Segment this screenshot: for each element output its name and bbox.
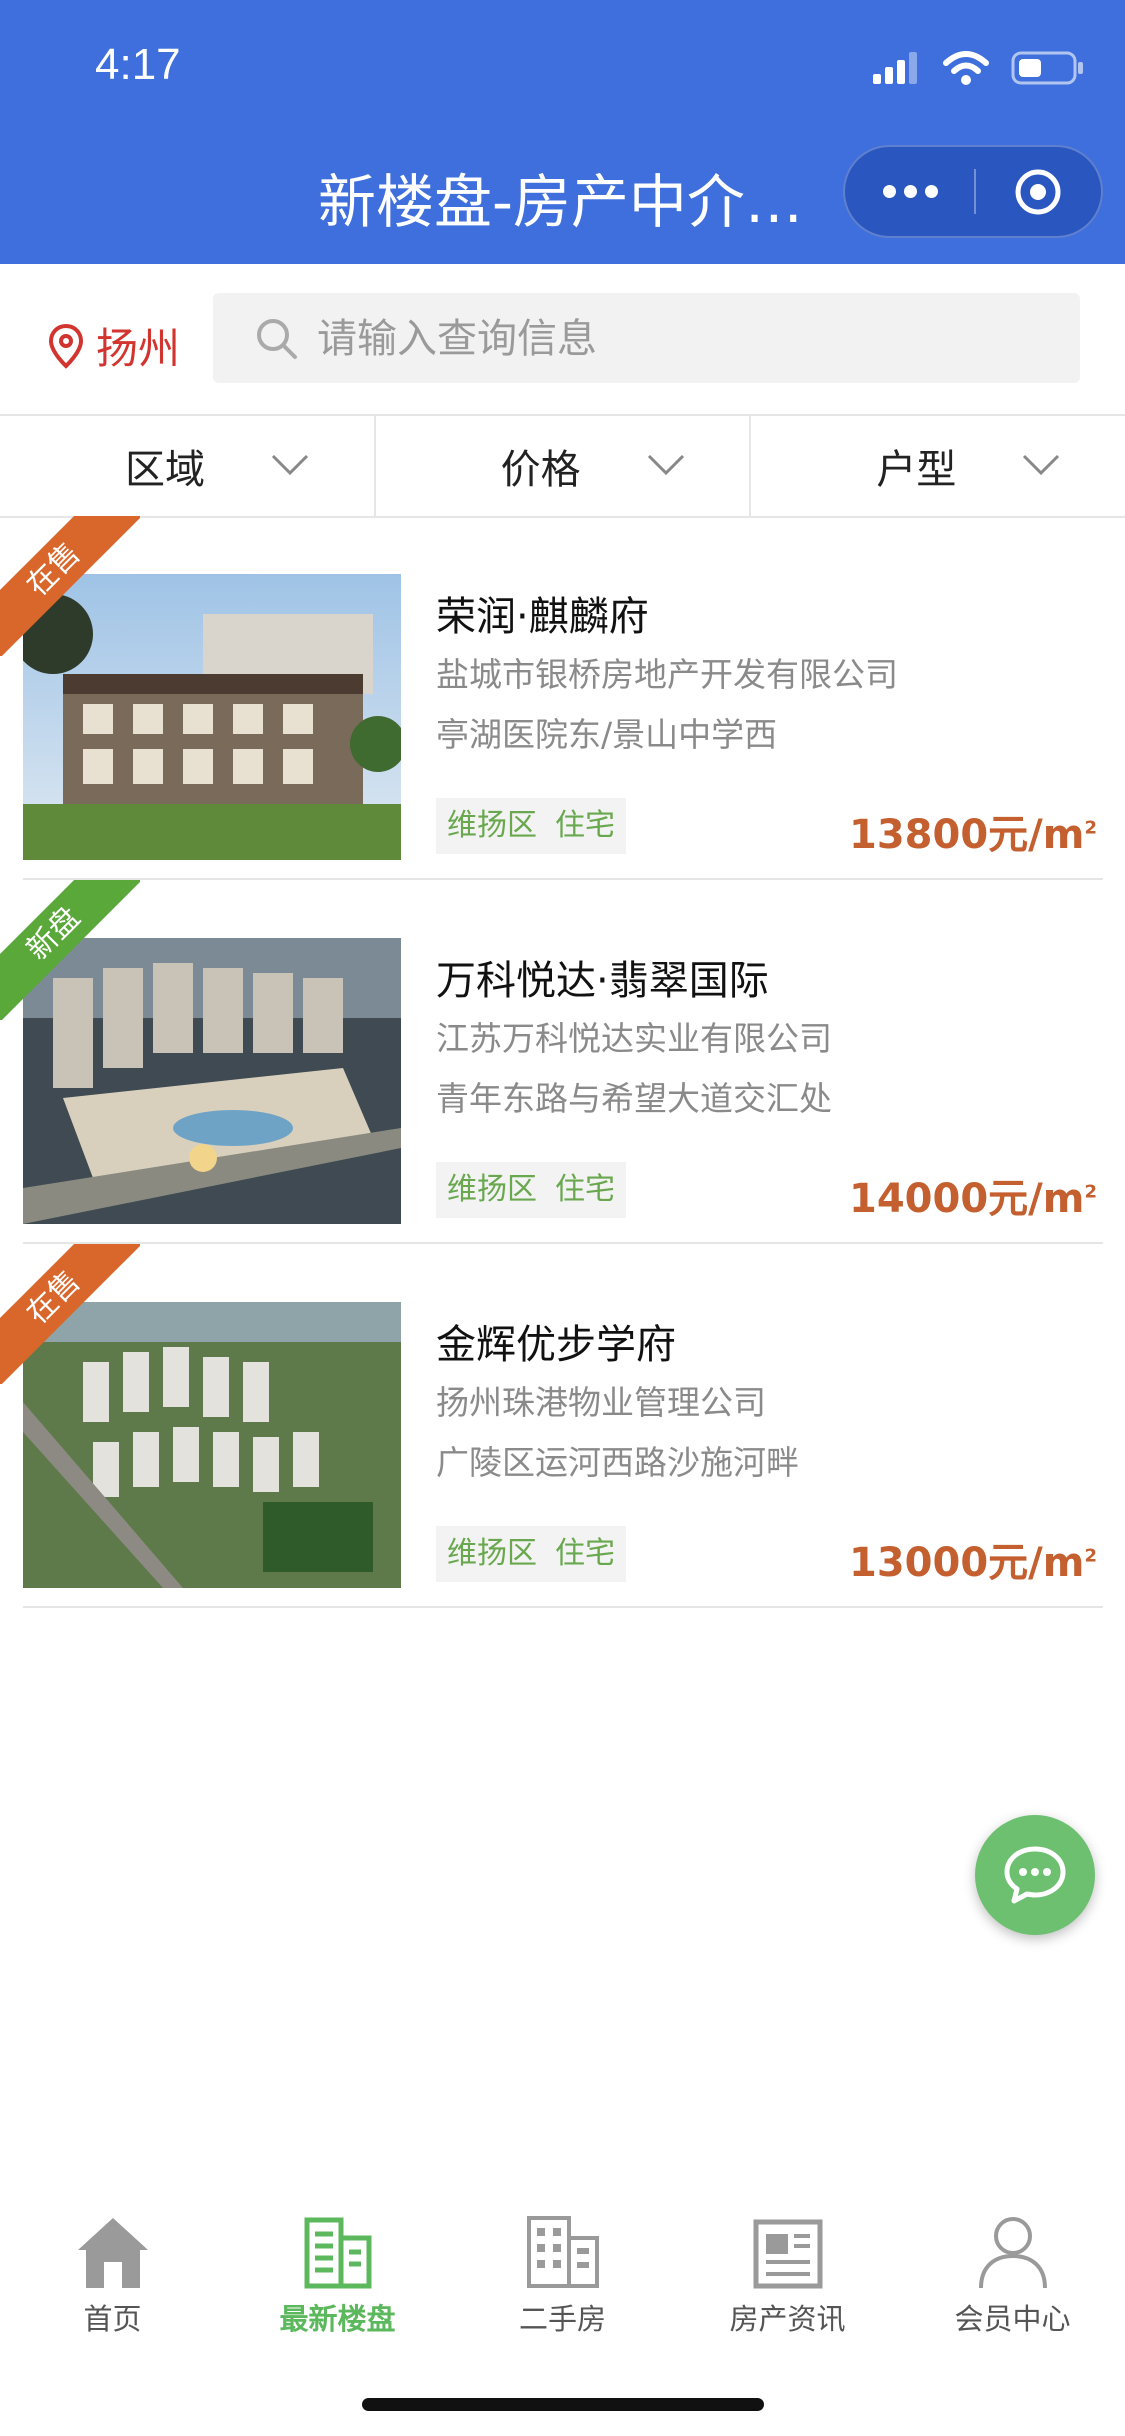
listing-item[interactable]: 在售 金辉优步学府 扬州珠港物业管理公司 广陵区运河西路沙施河畔 维扬区 住宅 … [0,1244,1125,1608]
tab-label: 首页 [83,2302,142,2336]
chat-button[interactable] [975,1815,1095,1935]
location-pin-icon [48,323,84,369]
user-icon [978,2217,1047,2289]
building-icon [304,2217,371,2289]
app-header: 4:17 新楼盘-房产中介… [0,0,1125,264]
chevron-down-icon [271,454,309,476]
filter-area[interactable]: 区域 [0,416,376,516]
chevron-down-icon [1023,454,1060,476]
listing-price: 13000元/m2 [849,1540,1097,1586]
listing-name: 万科悦达·翡翠国际 [436,958,769,1004]
district-tag: 维扬区 [436,798,548,854]
close-target-icon[interactable] [1013,167,1063,217]
tab-news[interactable]: 房产资讯 [675,2200,900,2338]
district-tag: 维扬区 [436,1526,548,1582]
filter-layout[interactable]: 户型 [751,416,1125,516]
listing-developer: 江苏万科悦达实业有限公司 [436,1019,832,1058]
tab-new-homes[interactable]: 最新楼盘 [225,2200,450,2338]
home-icon [77,2218,148,2288]
status-ribbon: 在售 [0,1244,140,1384]
city-selector[interactable]: 扬州 [48,315,180,376]
search-input[interactable] [315,293,1059,385]
search-icon [257,319,297,359]
listing-price: 13800元/m2 [849,812,1097,858]
filter-bar: 区域 价格 户型 [0,414,1125,518]
apartment-icon [526,2216,599,2288]
capsule-divider [974,169,976,214]
tab-label: 二手房 [518,2302,606,2336]
search-bar[interactable] [213,293,1080,385]
listing-item[interactable]: 在售 荣润·麒麟府 盐城市银桥房地产开发有限公司 亭湖医院东/景山中学西 维扬区… [0,516,1125,880]
district-tag: 维扬区 [436,1162,548,1218]
tab-second-hand[interactable]: 二手房 [450,2200,675,2338]
listing-developer: 扬州珠港物业管理公司 [436,1383,766,1422]
status-icons [873,48,1085,88]
chevron-down-icon [647,454,684,476]
home-indicator [362,2398,764,2411]
tab-home[interactable]: 首页 [0,2200,225,2338]
listing-price: 14000元/m2 [849,1176,1097,1222]
more-icon[interactable] [883,147,938,236]
newspaper-icon [753,2219,822,2289]
battery-icon [1011,51,1083,85]
divider [23,1606,1103,1608]
filter-price[interactable]: 价格 [376,416,752,516]
chat-bubble-icon [1004,1846,1066,1904]
type-tag: 住宅 [544,1162,626,1218]
tab-member-center[interactable]: 会员中心 [900,2200,1125,2338]
listing-address: 亭湖医院东/景山中学西 [436,715,778,754]
listing-name: 金辉优步学府 [436,1322,676,1368]
page-title: 新楼盘-房产中介… [318,168,803,236]
miniprogram-capsule [843,145,1103,238]
filter-label: 价格 [500,447,581,493]
ribbon-label: 新盘 [0,880,140,1020]
listing-address: 青年东路与希望大道交汇处 [436,1079,832,1118]
city-label: 扬州 [96,324,181,373]
listing-developer: 盐城市银桥房地产开发有限公司 [436,655,898,694]
status-ribbon: 在售 [0,516,140,656]
ribbon-label: 在售 [0,516,140,656]
listing-item[interactable]: 新盘 万科悦达·翡翠国际 江苏万科悦达实业有限公司 青年东路与希望大道交汇处 维… [0,880,1125,1244]
status-ribbon: 新盘 [0,880,140,1020]
listing-name: 荣润·麒麟府 [436,594,649,640]
signal-icon [873,52,917,84]
wifi-icon [943,51,989,85]
type-tag: 住宅 [544,798,626,854]
type-tag: 住宅 [544,1526,626,1582]
tab-label: 最新楼盘 [279,2302,396,2336]
tab-label: 会员中心 [954,2302,1071,2336]
filter-label: 区域 [125,447,205,493]
tab-label: 房产资讯 [729,2302,846,2336]
status-time: 4:17 [95,40,181,89]
ribbon-label: 在售 [0,1244,140,1384]
listing-address: 广陵区运河西路沙施河畔 [436,1443,799,1482]
filter-label: 户型 [876,447,957,493]
